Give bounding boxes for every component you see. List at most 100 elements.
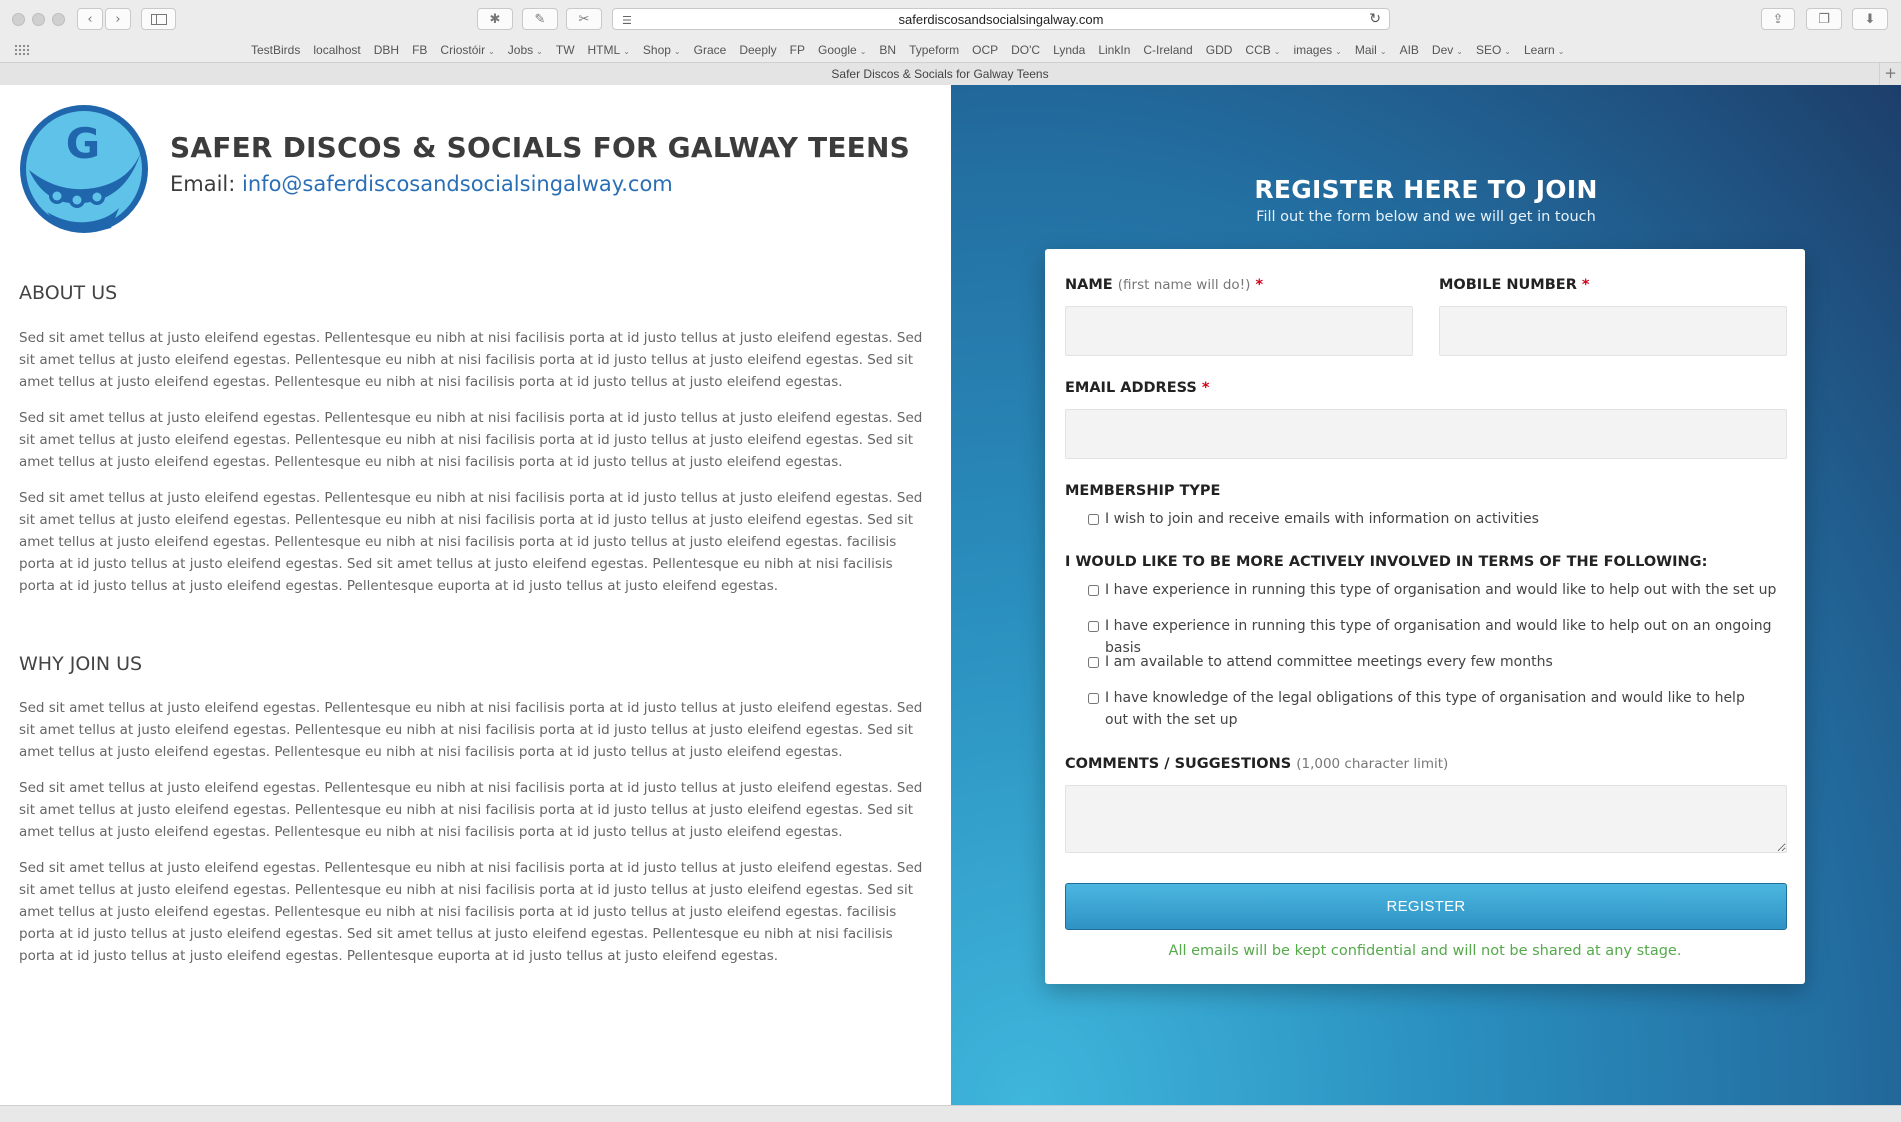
- bookmark-item[interactable]: DO'C: [1011, 43, 1040, 57]
- register-title: REGISTER HERE TO JOIN: [1254, 175, 1598, 204]
- bookmark-label: Deeply: [739, 43, 777, 57]
- membership-option-label: I wish to join and receive emails with i…: [1105, 511, 1539, 527]
- required-mark: *: [1201, 380, 1210, 396]
- involvement-checkbox[interactable]: [1088, 621, 1099, 632]
- bookmark-item[interactable]: C-Ireland: [1143, 43, 1192, 57]
- info-column: G SAFER DISCOS & SOCIALS FOR GALWAY TEEN…: [0, 85, 951, 1105]
- downloads-button[interactable]: ⬇: [1852, 8, 1888, 30]
- chevron-left-icon: ‹: [87, 11, 93, 27]
- bookmark-label: BN: [879, 43, 897, 57]
- back-button[interactable]: ‹: [77, 8, 103, 30]
- bookmark-item[interactable]: Shop ⌄: [643, 43, 681, 57]
- involvement-option-label: I am available to attend committee meeti…: [1105, 654, 1553, 670]
- bookmarks-bar: TestBirds localhost DBH FB Criostóir ⌄ Jobs ⌄ TW…: [0, 39, 1901, 61]
- bookmark-item[interactable]: Mail ⌄: [1355, 43, 1387, 57]
- reload-icon[interactable]: ↻: [1369, 11, 1381, 27]
- bookmark-item[interactable]: TW: [556, 43, 575, 57]
- bookmark-item[interactable]: Learn ⌄: [1524, 43, 1564, 57]
- register-panel: REGISTER HERE TO JOIN Fill out the form …: [951, 85, 1901, 1105]
- involvement-checkbox[interactable]: [1088, 585, 1099, 596]
- site-email: Email: info@saferdiscosandsocialsingalwa…: [170, 172, 673, 196]
- bookmark-item[interactable]: Deeply: [739, 43, 776, 57]
- bookmark-item[interactable]: localhost: [313, 43, 360, 57]
- bookmark-item[interactable]: AIB: [1400, 43, 1419, 57]
- bookmark-label: FP: [789, 43, 806, 57]
- bookmark-item[interactable]: images ⌄: [1293, 43, 1341, 57]
- zoom-window-icon[interactable]: [52, 13, 65, 26]
- comments-textarea[interactable]: [1065, 785, 1787, 853]
- about-heading: ABOUT US: [19, 282, 118, 304]
- name-hint: (first name will do!): [1117, 277, 1251, 293]
- involvement-option-label: I have experience in running this type o…: [1105, 582, 1777, 598]
- extension-button-2[interactable]: ✎: [522, 8, 558, 30]
- name-label-text: NAME: [1065, 277, 1113, 293]
- involvement-option-label: I have knowledge of the legal obligation…: [1105, 690, 1745, 728]
- involvement-option[interactable]: I have knowledge of the legal obligation…: [1088, 687, 1768, 731]
- tabs-icon: ❐: [1818, 11, 1830, 27]
- comments-hint: (1,000 character limit): [1296, 756, 1449, 772]
- minimize-window-icon[interactable]: [32, 13, 45, 26]
- why-join-paragraph: Sed sit amet tellus at justo eleifend eg…: [19, 780, 923, 840]
- bookmark-item[interactable]: Google ⌄: [818, 43, 866, 57]
- bookmark-item[interactable]: TestBirds: [251, 43, 300, 57]
- share-button[interactable]: ⇪: [1761, 8, 1795, 30]
- register-button[interactable]: REGISTER: [1065, 883, 1787, 930]
- bookmark-item[interactable]: LinkIn: [1098, 43, 1130, 57]
- email-label: EMAIL ADDRESS *: [1065, 380, 1210, 396]
- pencil-icon: ✎: [534, 11, 546, 27]
- bookmark-item[interactable]: Dev ⌄: [1432, 43, 1463, 57]
- email-input[interactable]: [1065, 409, 1787, 459]
- name-input[interactable]: [1065, 306, 1413, 356]
- tabs-overview-button[interactable]: ❐: [1806, 8, 1842, 30]
- address-bar[interactable]: ☰ saferdiscosandsocialsingalway.com ↻: [612, 8, 1390, 30]
- mobile-input[interactable]: [1439, 306, 1787, 356]
- new-tab-icon[interactable]: +: [1879, 63, 1901, 85]
- tab-title[interactable]: Safer Discos & Socials for Galway Teens: [0, 67, 1880, 81]
- chevron-down-icon: ⌄: [1456, 47, 1463, 56]
- chevron-down-icon: ⌄: [1504, 47, 1511, 56]
- involvement-checkbox[interactable]: [1088, 693, 1099, 704]
- involvement-option[interactable]: I have experience in running this type o…: [1088, 579, 1788, 601]
- bookmark-item[interactable]: CCB ⌄: [1245, 43, 1280, 57]
- sidebar-button[interactable]: [141, 8, 176, 30]
- close-window-icon[interactable]: [12, 13, 25, 26]
- forward-button[interactable]: ›: [105, 8, 131, 30]
- bookmark-item[interactable]: Lynda: [1053, 43, 1085, 57]
- bookmark-item[interactable]: DBH: [374, 43, 399, 57]
- bookmark-item[interactable]: OCP: [972, 43, 998, 57]
- sidebar-icon: [150, 13, 167, 25]
- email-link[interactable]: info@saferdiscosandsocialsingalway.com: [242, 172, 673, 196]
- bookmark-label: TW: [555, 43, 575, 57]
- why-join-paragraph: Sed sit amet tellus at justo eleifend eg…: [19, 860, 923, 964]
- bookmark-list: TestBirds localhost DBH FB Criostóir ⌄ Jobs ⌄ TW…: [251, 43, 1577, 57]
- url-text[interactable]: saferdiscosandsocialsingalway.com: [613, 12, 1389, 27]
- bookmark-item[interactable]: Grace: [694, 43, 727, 57]
- bookmark-label: HTML: [587, 43, 621, 57]
- bookmark-item[interactable]: HTML ⌄: [588, 43, 630, 57]
- about-paragraph: Sed sit amet tellus at justo eleifend eg…: [19, 410, 923, 470]
- email-label: Email:: [170, 172, 236, 196]
- registration-form: NAME (first name will do!) * MOBILE NUMB…: [1045, 249, 1805, 984]
- extension-button-3[interactable]: ✂: [566, 8, 602, 30]
- bookmark-item[interactable]: FP: [790, 43, 805, 57]
- bookmark-item[interactable]: Typeform: [909, 43, 959, 57]
- bookmark-item[interactable]: FB: [412, 43, 427, 57]
- bug-icon: ✱: [489, 11, 501, 27]
- mobile-label-text: MOBILE NUMBER: [1439, 277, 1577, 293]
- bookmark-item[interactable]: Jobs ⌄: [508, 43, 543, 57]
- comments-label: COMMENTS / SUGGESTIONS (1,000 character …: [1065, 756, 1448, 772]
- bookmark-item[interactable]: BN: [879, 43, 896, 57]
- bookmark-item[interactable]: GDD: [1206, 43, 1233, 57]
- logo-letter: G: [66, 119, 100, 168]
- extension-button-1[interactable]: ✱: [477, 8, 513, 30]
- involvement-checkbox[interactable]: [1088, 657, 1099, 668]
- bookmark-item[interactable]: SEO ⌄: [1476, 43, 1511, 57]
- involvement-option[interactable]: I am available to attend committee meeti…: [1088, 651, 1788, 673]
- membership-option[interactable]: I wish to join and receive emails with i…: [1088, 508, 1788, 530]
- comments-label-text: COMMENTS / SUGGESTIONS: [1065, 756, 1292, 772]
- bookmark-item[interactable]: Criostóir ⌄: [440, 43, 494, 57]
- bookmark-label: SEO: [1475, 43, 1502, 57]
- why-join-heading: WHY JOIN US: [19, 653, 143, 675]
- grid-icon[interactable]: [14, 44, 30, 56]
- membership-checkbox[interactable]: [1088, 514, 1099, 525]
